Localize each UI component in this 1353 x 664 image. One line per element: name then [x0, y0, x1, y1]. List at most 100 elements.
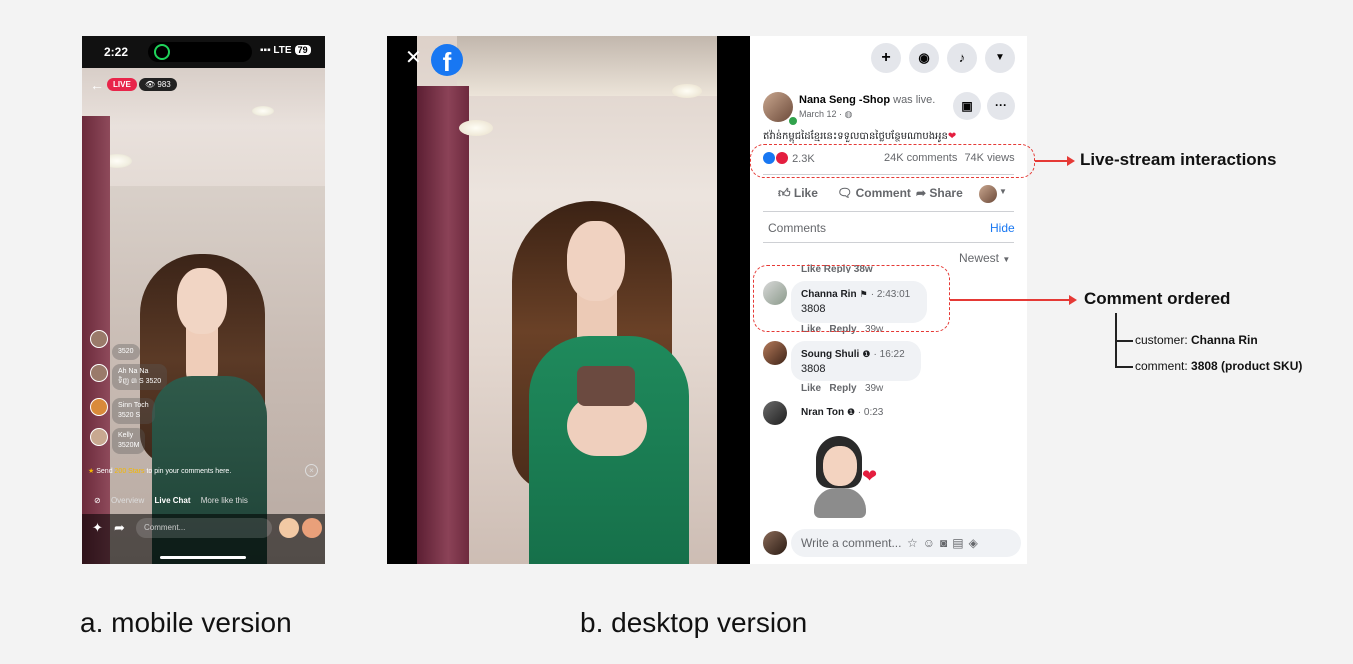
commenter-avatar[interactable]: [763, 341, 787, 365]
save-icon[interactable]: ▣: [953, 92, 981, 120]
status-bar: 2:22 ▪▪▪ LTE 79: [82, 36, 325, 68]
chat-toggle-icon[interactable]: ⊘: [94, 496, 101, 505]
mobile-caption: a. mobile version: [80, 607, 292, 638]
comment-time-value[interactable]: 0:23: [864, 407, 883, 418]
comment-text: 3520 S: [118, 412, 141, 419]
comment-text: 3520M: [118, 442, 140, 449]
ordered-label: Comment ordered: [1084, 289, 1231, 308]
emoji-icon[interactable]: ☺: [923, 536, 940, 550]
close-icon[interactable]: ×: [305, 464, 318, 477]
tab-more-like-this[interactable]: More like this: [201, 496, 248, 505]
avatar-sticker: ❤: [808, 436, 880, 520]
comment-author[interactable]: Soung Shuli: [801, 349, 859, 360]
post-author: Nana Seng -Shop was live.: [799, 94, 935, 106]
comment-bubble: Sinn Toch 3520 S: [112, 398, 155, 424]
comment-author[interactable]: Nran Ton: [801, 407, 844, 418]
more-options-icon[interactable]: ···: [987, 92, 1015, 120]
comment-reply-link[interactable]: Reply: [829, 383, 856, 394]
write-comment-placeholder: Write a comment...: [801, 536, 902, 550]
heart-icon: ❤: [947, 131, 957, 142]
comments-header: Comments: [768, 221, 827, 235]
page-name[interactable]: Nana Seng -Shop: [799, 94, 890, 106]
video-player[interactable]: ✕ f: [387, 36, 750, 564]
comment-author: Ah Na Na: [118, 368, 149, 375]
thumbs-up-icon: 👍︎: [778, 186, 794, 200]
comment-text: 3808: [801, 363, 826, 375]
comment-prefix: comment:: [1135, 359, 1192, 373]
sort-dropdown[interactable]: Newest ▼: [959, 251, 1010, 265]
annotation-arrow-line: [950, 299, 1070, 301]
tab-overview[interactable]: Overview: [111, 496, 144, 505]
comment-author: Sinn Toch: [118, 402, 149, 409]
commenter-avatar[interactable]: [763, 401, 787, 425]
share-button[interactable]: ➦ Share: [916, 186, 963, 200]
comment-meta: Like Reply 39w: [801, 383, 883, 394]
globe-icon: ◍: [844, 109, 853, 119]
comment-bubble: 3520: [112, 344, 140, 360]
comment-time: · 16:22: [873, 349, 905, 360]
viewer-count: 👁 983: [139, 78, 177, 91]
stars-highlight[interactable]: 200 Stars: [115, 468, 145, 475]
stars-prefix: Send: [96, 468, 115, 475]
tab-live-chat[interactable]: Live Chat: [155, 496, 191, 505]
customer-annotation: customer: Channa Rin: [1135, 333, 1258, 347]
caret-down-icon: ▼: [1002, 255, 1011, 264]
emoji-reaction-icon[interactable]: [302, 518, 322, 538]
emoji-reaction-icon[interactable]: [279, 518, 299, 538]
avatar: [90, 428, 108, 446]
video-scene: [417, 36, 717, 564]
live-tabs: ⊘ Overview Live Chat More like this: [94, 496, 256, 505]
comment-button[interactable]: 🗨︎ Comment: [837, 186, 911, 200]
streamer-face: [567, 221, 625, 301]
streamer-face: [177, 268, 227, 334]
sticker-icon[interactable]: ◈: [969, 536, 983, 550]
ceiling-lamp: [252, 106, 274, 116]
comment-age[interactable]: 39w: [865, 383, 883, 394]
desktop-caption: b. desktop version: [580, 607, 808, 638]
comment-bubble: Kelly 3520M: [112, 428, 146, 454]
stars-icon[interactable]: ✦: [92, 520, 103, 536]
annotation-arrowhead: [1067, 156, 1075, 166]
battery-icon: 79: [294, 45, 311, 55]
comment-text: 3520: [118, 348, 134, 355]
plus-icon[interactable]: +: [871, 43, 901, 73]
sort-label: Newest: [959, 251, 1000, 265]
comment-text: ទិញ ៣ S 3520: [118, 378, 162, 385]
avatar: [90, 398, 108, 416]
like-button[interactable]: 👍︎ Like: [778, 186, 818, 201]
avatar-sticker-icon[interactable]: ☆: [907, 536, 923, 550]
chevron-down-icon[interactable]: ▼: [985, 43, 1015, 73]
facebook-logo-icon[interactable]: f: [431, 44, 463, 77]
link-icon: [154, 44, 170, 60]
ceiling-lamp: [459, 120, 493, 136]
phone-in-hand: [577, 366, 635, 406]
stars-pin-hint: ★ Send 200 Stars to pin your comments he…: [88, 467, 231, 475]
eye-icon: 👁: [145, 80, 158, 89]
status-time: 2:22: [104, 45, 129, 59]
profile-switcher-avatar[interactable]: [979, 185, 997, 203]
share-icon[interactable]: ➦: [114, 520, 125, 536]
camera-icon[interactable]: ◙: [940, 536, 952, 550]
signal-icon: ▪▪▪: [260, 45, 274, 56]
comment-author: Kelly: [118, 432, 134, 439]
status-network: ▪▪▪ LTE 79: [260, 45, 311, 56]
comment-value: 3808 (product SKU): [1191, 359, 1303, 373]
post-date[interactable]: March 12 · ◍: [799, 109, 852, 120]
annotation-arrowhead: [1069, 295, 1077, 305]
bell-icon[interactable]: ♪: [947, 43, 977, 73]
write-comment-input[interactable]: Write a comment... ☆☺◙▤◈: [791, 529, 1021, 557]
messenger-icon[interactable]: ◉: [909, 43, 939, 73]
close-icon[interactable]: ✕: [405, 48, 422, 68]
comment-like-link[interactable]: Like: [801, 383, 821, 394]
hide-comments-button[interactable]: Hide: [990, 221, 1015, 235]
gif-icon[interactable]: ▤: [952, 536, 968, 550]
comment-time-value[interactable]: 16:22: [880, 349, 905, 360]
network-label: LTE: [273, 45, 292, 56]
back-arrow-icon[interactable]: ←: [90, 77, 104, 93]
badge-icon: ❶: [862, 349, 871, 359]
sticker-body: [814, 488, 866, 518]
badge-icon: ❶: [846, 407, 856, 417]
comment-input[interactable]: Comment...: [136, 518, 272, 538]
ordered-comment-highlight: [753, 265, 950, 332]
caret-down-icon[interactable]: ▼: [999, 187, 1007, 196]
